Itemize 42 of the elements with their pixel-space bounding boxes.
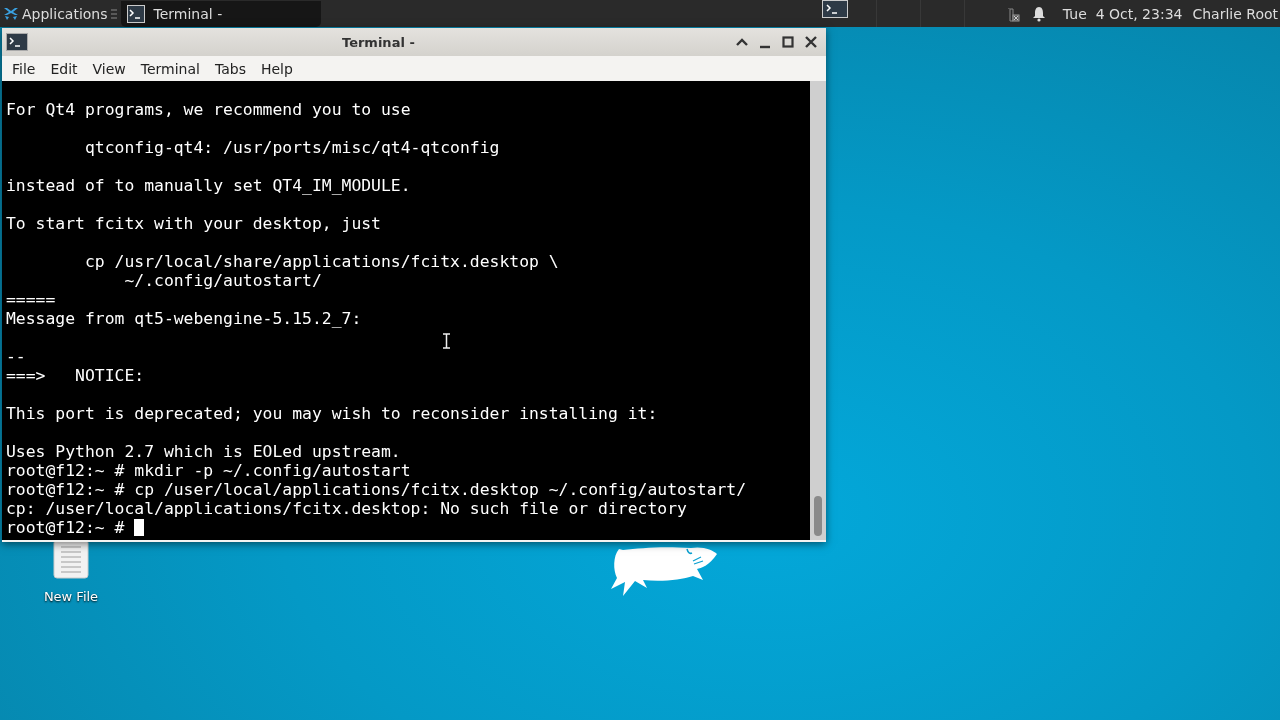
terminal-line: ===> NOTICE:	[6, 366, 146, 385]
terminal-line: root@f12:~ # mkdir -p ~/.config/autostart	[6, 461, 412, 480]
terminal-line: ~/.config/autostart/	[123, 271, 323, 290]
terminal-line: --	[6, 347, 27, 366]
desktop-icon-label[interactable]: New File	[43, 589, 99, 604]
terminal-line: cp: /user/local/applications/fcitx.desktop: No such file or directory	[6, 499, 688, 518]
terminal-line: This port is deprecated; you may wish to reconsider installing it:	[6, 404, 659, 423]
terminal-line: =====	[6, 290, 57, 309]
menu-item[interactable]: Terminal	[140, 60, 200, 77]
terminal-line: To start fcitx with your desktop, just	[6, 214, 382, 233]
notification-bell-icon[interactable]	[1031, 5, 1046, 22]
maximize-button[interactable]	[781, 35, 795, 49]
terminal-line: Message from qt5-webengine-5.15.2_7:	[6, 309, 363, 328]
taskbar-window-button[interactable]: Terminal -	[120, 0, 321, 27]
terminal-line: qtconfig-qt4: /usr/ports/misc/qt4-qtconfig	[83, 138, 501, 157]
removable-drive-icon[interactable]	[1006, 5, 1021, 22]
scrollbar-thumb[interactable]	[814, 496, 822, 536]
applications-menu-button[interactable]: Applications	[0, 0, 121, 27]
menu-item[interactable]: Tabs	[214, 60, 246, 77]
terminal-icon	[126, 4, 145, 23]
menu-item[interactable]: View	[92, 60, 126, 77]
menu-icon	[110, 8, 117, 19]
close-button[interactable]	[804, 35, 818, 49]
text-cursor	[134, 519, 145, 536]
terminal-icon	[6, 33, 28, 51]
terminal-line: For Qt4 programs, we recommend you to use	[6, 100, 412, 119]
terminal-line: root@f12:~ # cp /user/local/applications/fcitx.desktop ~/.config/autostart/	[6, 480, 748, 499]
xfce-logo-icon	[3, 5, 19, 22]
user-menu[interactable]: Charlie Root	[1192, 5, 1278, 22]
shell-prompt: root@f12:~ #	[6, 518, 126, 537]
menu-item[interactable]: Help	[260, 60, 293, 77]
i-beam-pointer-icon	[442, 333, 451, 349]
clock[interactable]: Tue 4 Oct, 23:34	[1062, 5, 1183, 22]
window-title: Terminal -	[342, 34, 415, 50]
terminal-line: instead of to manually set QT4_IM_MODULE.	[6, 176, 412, 195]
document-icon[interactable]	[53, 539, 89, 579]
menu-item[interactable]: Edit	[50, 60, 78, 77]
scrollbar[interactable]	[810, 81, 826, 540]
menu-item[interactable]: File	[12, 60, 36, 77]
terminal-icon	[821, 0, 848, 18]
terminal-line: cp /usr/local/share/applications/fcitx.desktop \	[83, 252, 560, 271]
terminal-line: Uses Python 2.7 which is EOLed upstream.	[6, 442, 402, 461]
